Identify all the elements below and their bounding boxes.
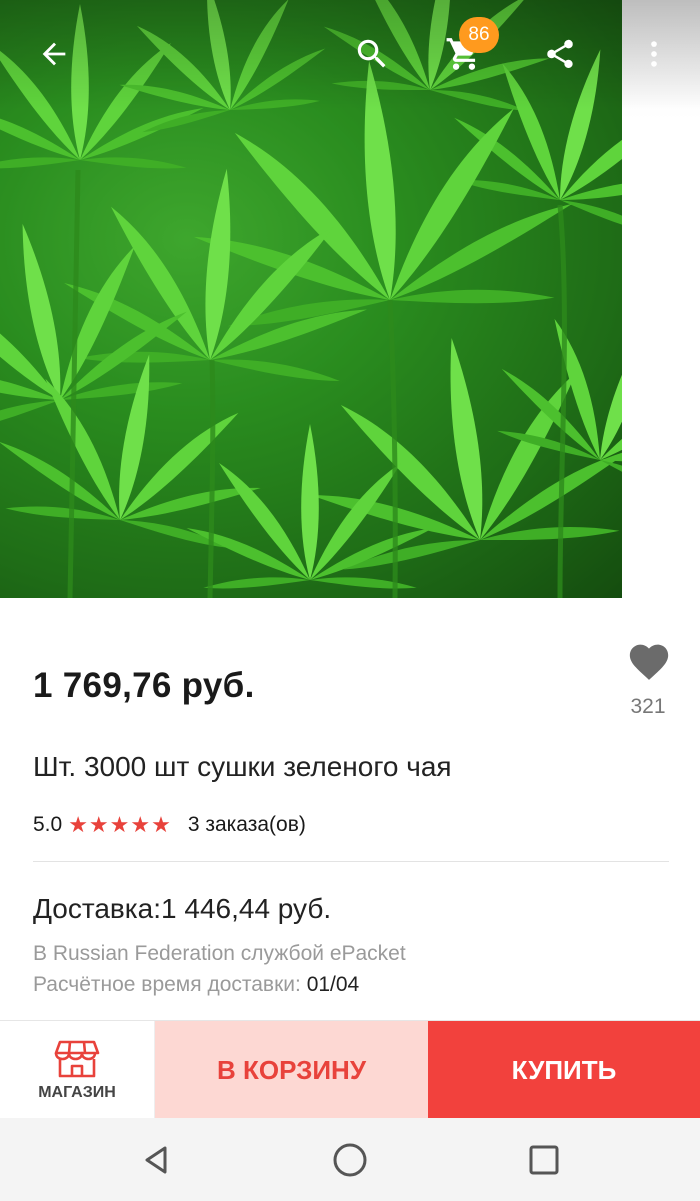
more-options-button[interactable] [630, 30, 678, 78]
product-price: 1 769,76 руб. [33, 666, 255, 705]
rating-row: 5.0 ★★★★★ 3 заказа(ов) [33, 812, 306, 838]
more-vertical-icon [651, 41, 657, 67]
orders-count: 3 заказа(ов) [187, 813, 306, 836]
product-title: Шт. 3000 шт сушки зеленого чая [33, 751, 452, 782]
rating-stars: ★★★★★ [68, 812, 172, 837]
product-photo[interactable] [0, 0, 622, 598]
heart-icon [629, 644, 669, 680]
search-button[interactable] [348, 30, 396, 78]
back-button[interactable] [30, 30, 78, 78]
share-button[interactable] [536, 30, 584, 78]
divider [33, 861, 669, 862]
shipping-eta: Расчётное время доставки: 01/04 [33, 973, 359, 997]
buy-now-button[interactable]: КУПИТЬ [428, 1021, 700, 1119]
hemp-leaves-illustration [0, 0, 622, 598]
share-icon [547, 39, 573, 69]
product-image-area: 86 [0, 0, 700, 598]
square-recents-icon [529, 1145, 559, 1175]
nav-recents-button[interactable] [522, 1138, 566, 1182]
wishlist-count: 321 [630, 695, 666, 718]
store-button[interactable]: МАГАЗИН [0, 1021, 155, 1119]
arrow-back-icon [42, 42, 66, 66]
nav-home-button[interactable] [328, 1138, 372, 1182]
action-bar: МАГАЗИН В КОРЗИНУ КУПИТЬ [0, 1020, 700, 1119]
cart-count-badge: 86 [459, 17, 499, 53]
nav-back-button[interactable] [134, 1138, 178, 1182]
wishlist-button[interactable] [626, 638, 672, 682]
shipping-method: В Russian Federation службой ePacket [33, 942, 406, 965]
storefront-icon [54, 1040, 100, 1078]
shipping-eta-value: 01/04 [306, 973, 360, 996]
search-icon [357, 39, 386, 68]
store-label: МАГАЗИН [38, 1084, 116, 1101]
shipping-eta-label: Расчётное время доставки: [33, 973, 307, 996]
next-image-peek [622, 0, 700, 598]
rating-value: 5.0 [33, 813, 63, 836]
circle-home-icon [333, 1143, 367, 1177]
triangle-back-icon [145, 1146, 167, 1174]
shipping-cost[interactable]: Доставка:1 446,44 руб. [33, 893, 331, 925]
system-nav-bar [0, 1118, 700, 1201]
add-to-cart-button[interactable]: В КОРЗИНУ [155, 1021, 428, 1119]
